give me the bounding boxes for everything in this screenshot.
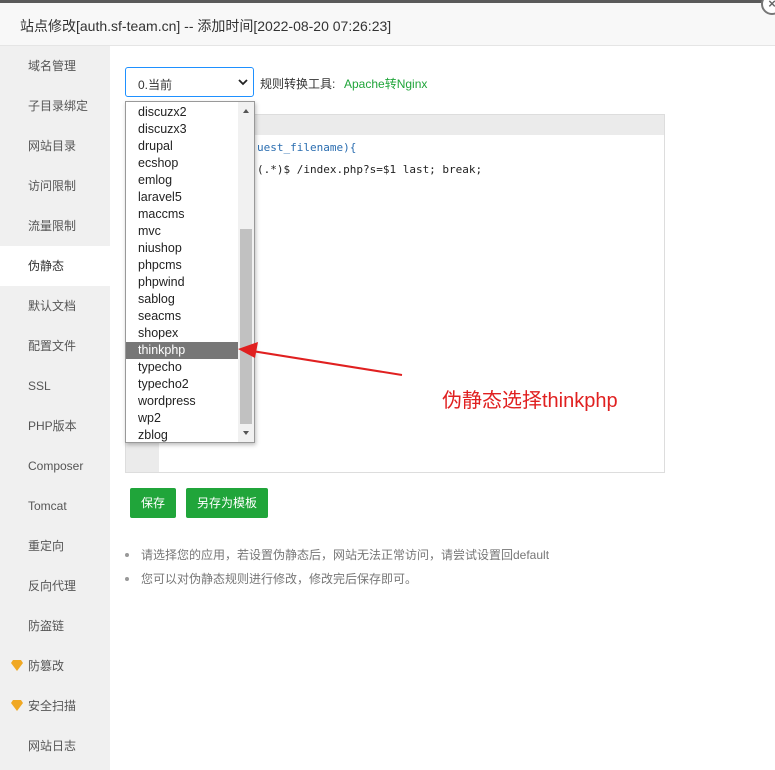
sidebar-item[interactable]: 伪静态: [0, 246, 110, 286]
dropdown-option[interactable]: phpwind: [126, 274, 239, 291]
dropdown-option[interactable]: mvc: [126, 223, 239, 240]
dropdown-option[interactable]: phpcms: [126, 257, 239, 274]
sidebar-item[interactable]: 安全扫描: [0, 686, 110, 726]
dropdown-option[interactable]: shopex: [126, 325, 239, 342]
dropdown-option[interactable]: discuzx3: [126, 121, 239, 138]
window-titlebar: 站点修改[auth.sf-team.cn] -- 添加时间[2022-08-20…: [0, 3, 775, 46]
dropdown-option[interactable]: emlog: [126, 172, 239, 189]
sidebar-item-label: 网站目录: [28, 139, 77, 153]
sidebar-item-label: 流量限制: [28, 219, 77, 233]
sidebar-item-label: Tomcat: [28, 499, 67, 513]
sidebar-item[interactable]: 子目录绑定: [0, 86, 110, 126]
dropdown-option[interactable]: wp2: [126, 410, 239, 427]
scrollbar-thumb[interactable]: [240, 229, 252, 424]
sidebar-item-label: 访问限制: [28, 179, 77, 193]
apache-to-nginx-link[interactable]: Apache转Nginx: [344, 75, 427, 92]
sidebar-item[interactable]: 防篡改: [0, 646, 110, 686]
sidebar-item[interactable]: Tomcat: [0, 486, 110, 526]
annotation-arrow: [238, 342, 403, 376]
dropdown-option[interactable]: zblog: [126, 427, 239, 444]
sidebar-item-label: PHP版本: [28, 419, 77, 433]
scroll-up-icon[interactable]: [238, 104, 254, 118]
dropdown-option[interactable]: seacms: [126, 308, 239, 325]
dropdown-option[interactable]: laravel5: [126, 189, 239, 206]
dropdown-option[interactable]: wordpress: [126, 393, 239, 410]
dropdown-option[interactable]: typecho2: [126, 376, 239, 393]
dropdown-option[interactable]: maccms: [126, 206, 239, 223]
window-title: 站点修改[auth.sf-team.cn] -- 添加时间[2022-08-20…: [20, 18, 392, 34]
sidebar-item[interactable]: 默认文档: [0, 286, 110, 326]
sidebar-item[interactable]: 流量限制: [0, 206, 110, 246]
sidebar-item-label: 子目录绑定: [28, 99, 89, 113]
sidebar-item[interactable]: 访问限制: [0, 166, 110, 206]
sidebar-item[interactable]: 配置文件: [0, 326, 110, 366]
sidebar-item[interactable]: 重定向: [0, 526, 110, 566]
sidebar-item-label: 配置文件: [28, 339, 77, 353]
sidebar-item-label: 域名管理: [28, 59, 77, 73]
tip-item: 请选择您的应用，若设置伪静态后，网站无法正常访问，请尝试设置回default: [123, 545, 549, 569]
save-as-template-button[interactable]: 另存为模板: [186, 488, 268, 518]
sidebar-item-label: Composer: [28, 459, 84, 473]
sidebar-item[interactable]: PHP版本: [0, 406, 110, 446]
select-value: 0.当前: [138, 78, 173, 92]
sidebar-item-label: 安全扫描: [28, 699, 77, 713]
converter-label: 规则转换工具:: [260, 77, 336, 91]
save-button[interactable]: 保存: [130, 488, 176, 518]
sidebar-item-label: SSL: [28, 379, 51, 393]
sidebar-item-label: 默认文档: [28, 299, 77, 313]
scroll-down-icon[interactable]: [238, 426, 254, 440]
dropdown-option[interactable]: discuzx2: [126, 104, 239, 121]
annotation-text: 伪静态选择thinkphp: [442, 390, 618, 412]
tip-item: 您可以对伪静态规则进行修改，修改完后保存即可。: [123, 569, 549, 593]
sidebar-item-label: 网站日志: [28, 739, 77, 753]
dropdown-option[interactable]: niushop: [126, 240, 239, 257]
tips-list: 请选择您的应用，若设置伪静态后，网站无法正常访问，请尝试设置回default 您…: [123, 545, 549, 593]
sidebar-item[interactable]: 防盗链: [0, 606, 110, 646]
sidebar-item[interactable]: SSL: [0, 366, 110, 406]
sidebar-item-label: 防盗链: [28, 619, 65, 633]
diamond-icon: [11, 660, 23, 671]
rewrite-options-list[interactable]: zblog wp2 wordpress typecho2 typecho thinkphp…: [125, 101, 255, 443]
sidebar-item[interactable]: 反向代理: [0, 566, 110, 606]
sidebar-item-label: 防篡改: [28, 659, 65, 673]
sidebar-item[interactable]: 网站目录: [0, 126, 110, 166]
sidebar-item[interactable]: 网站日志: [0, 726, 110, 766]
code-line-2: (.*)$ /index.php?s=$1 last; break;: [257, 163, 483, 176]
close-icon: ×: [768, 0, 775, 11]
sidebar-item[interactable]: Composer: [0, 446, 110, 486]
dropdown-option[interactable]: thinkphp: [126, 342, 239, 359]
chevron-down-icon: [238, 79, 248, 86]
sidebar-item-label: 反向代理: [28, 579, 77, 593]
rewrite-template-select[interactable]: 0.当前: [125, 67, 254, 97]
sidebar-item-label: 重定向: [28, 539, 65, 553]
code-line-1: uest_filename){: [257, 141, 357, 154]
diamond-icon: [11, 700, 23, 711]
dropdown-option[interactable]: ecshop: [126, 155, 239, 172]
dropdown-option[interactable]: drupal: [126, 138, 239, 155]
dropdown-option[interactable]: typecho: [126, 359, 239, 376]
sidebar-item[interactable]: 域名管理: [0, 46, 110, 86]
sidebar: 域名管理子目录绑定网站目录访问限制流量限制伪静态默认文档配置文件 SSL PHP版本…: [0, 46, 110, 770]
dropdown-option[interactable]: sablog: [126, 291, 239, 308]
sidebar-item-label: 伪静态: [28, 259, 65, 273]
